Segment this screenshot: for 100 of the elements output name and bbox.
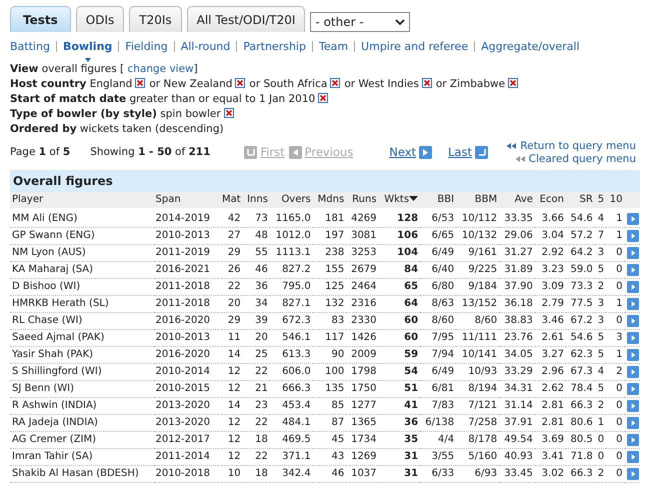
format-tab[interactable]: T20Is	[129, 6, 182, 32]
table-cell: 7/83	[420, 397, 456, 414]
remove-icon[interactable]	[508, 78, 518, 88]
stats-type-link[interactable]: Partnership	[243, 39, 306, 56]
table-cell: 33.45	[499, 465, 535, 482]
table-cell: 6/93	[456, 465, 500, 482]
table-cell: 1113.1	[270, 244, 313, 261]
filter-value: wickets taken (descending)	[80, 122, 224, 134]
stats-type-link[interactable]: Aggregate/overall	[481, 39, 580, 56]
table-cell: 0	[606, 312, 624, 329]
remove-icon[interactable]	[235, 78, 246, 88]
query-menu-link[interactable]: Return to query menu	[506, 140, 636, 152]
table-cell: 6/138	[420, 414, 456, 431]
remove-icon[interactable]	[422, 78, 432, 88]
first-page-icon	[244, 146, 258, 159]
table-cell: 2013-2020	[154, 414, 218, 431]
double-left-arrow-icon	[514, 155, 525, 163]
table-cell: 0	[594, 448, 606, 465]
format-tab[interactable]: ODIs	[76, 6, 124, 32]
table-cell: 12	[218, 363, 243, 380]
table-cell: 0	[606, 465, 624, 482]
table-cell: 3.69	[534, 431, 566, 448]
table-cell: 33.29	[499, 363, 535, 380]
table-cell: 54	[378, 363, 420, 380]
table-cell: 484.1	[270, 414, 313, 431]
table-cell: 6/81	[420, 380, 456, 397]
table-cell: 1750	[346, 380, 379, 397]
format-select[interactable]: - other -	[310, 12, 410, 32]
table-cell: 7/121	[456, 397, 500, 414]
table-cell: 3/55	[420, 448, 456, 465]
stats-type-link[interactable]: All-round	[180, 39, 230, 56]
pager-link[interactable]: Next	[389, 144, 432, 162]
table-cell: 7/95	[420, 329, 456, 346]
remove-icon[interactable]	[318, 92, 328, 102]
filter-label: Type of bowler (by style)	[10, 108, 157, 120]
table-cell: 4	[594, 209, 606, 227]
table-cell: 3.02	[534, 465, 566, 482]
pager-link[interactable]: Last	[448, 144, 488, 162]
table-cell: 31	[378, 465, 420, 482]
table-cell: 13/152	[456, 295, 500, 312]
table-cell: 2679	[346, 261, 379, 278]
table-cell: 1	[606, 227, 624, 244]
table-cell: 117	[312, 329, 346, 346]
table-cell: 1277	[346, 397, 379, 414]
format-tab[interactable]: Tests	[10, 6, 71, 32]
table-cell: 55	[242, 244, 270, 261]
table-cell: 12	[218, 431, 243, 448]
table-cell: 3	[606, 329, 624, 346]
table-cell: 29	[218, 312, 243, 329]
table-cell: 20	[218, 295, 243, 312]
table-cell: 8/178	[456, 431, 500, 448]
table-cell: 7/258	[456, 414, 500, 431]
table-cell: 5	[594, 329, 606, 346]
table-cell: 11/111	[456, 329, 500, 346]
table-cell: 6/80	[420, 278, 456, 295]
table-cell: 67.2	[566, 312, 595, 329]
player-name: GP Swann (ENG)	[10, 227, 154, 244]
player-name: R Ashwin (INDIA)	[10, 397, 154, 414]
query-menu-link[interactable]: Cleared query menu	[514, 152, 636, 166]
table-cell: 22	[242, 448, 270, 465]
table-cell: 2011-2018	[154, 278, 218, 295]
stats-type-link[interactable]: Fielding	[125, 39, 168, 56]
stats-type-link[interactable]: Team	[318, 39, 348, 56]
player-name: RL Chase (WI)	[10, 312, 154, 329]
table-cell: 5	[594, 261, 606, 278]
table-cell: 7/94	[420, 346, 456, 363]
table-cell: 39	[242, 312, 270, 329]
table-cell: 80.5	[566, 431, 595, 448]
table-cell: 87	[312, 414, 346, 431]
table-cell: 0	[606, 431, 624, 448]
change-view-link[interactable]: change view	[127, 62, 194, 74]
remove-icon[interactable]	[330, 78, 340, 88]
caret-icon	[84, 58, 91, 62]
table-cell: 3.41	[534, 448, 566, 465]
table-cell: 10	[218, 465, 243, 482]
table-cell: 453.4	[270, 397, 313, 414]
table-cell: 90	[312, 346, 346, 363]
remove-icon[interactable]	[224, 108, 234, 118]
table-cell: 71.8	[566, 448, 595, 465]
player-name: MM Ali (ENG)	[10, 209, 154, 227]
table-caption: Overall figures	[10, 170, 640, 192]
remove-icon[interactable]	[135, 78, 146, 88]
table-cell: 827.2	[270, 261, 313, 278]
table-cell: 64.2	[566, 244, 595, 261]
stats-type-link[interactable]: Umpire and referee	[361, 39, 468, 56]
table-cell: 34.31	[499, 380, 535, 397]
table-cell: 1798	[346, 363, 379, 380]
format-tab[interactable]: All Test/ODI/T20I	[186, 6, 306, 32]
table-cell: 42	[218, 209, 243, 227]
table-cell: 6/65	[420, 227, 456, 244]
table-cell: 66.3	[566, 465, 595, 482]
table-cell: 3.23	[534, 261, 566, 278]
table-cell: 3	[594, 244, 606, 261]
table-cell: 2.96	[534, 363, 566, 380]
stats-type-link[interactable]: Bowling	[62, 39, 112, 56]
table-cell: 1037	[346, 465, 379, 482]
table-cell: 65	[378, 278, 420, 295]
filter-value: or West Indies	[344, 78, 419, 90]
column-header[interactable]: Player	[12, 194, 44, 204]
stats-type-link[interactable]: Batting	[10, 39, 50, 56]
